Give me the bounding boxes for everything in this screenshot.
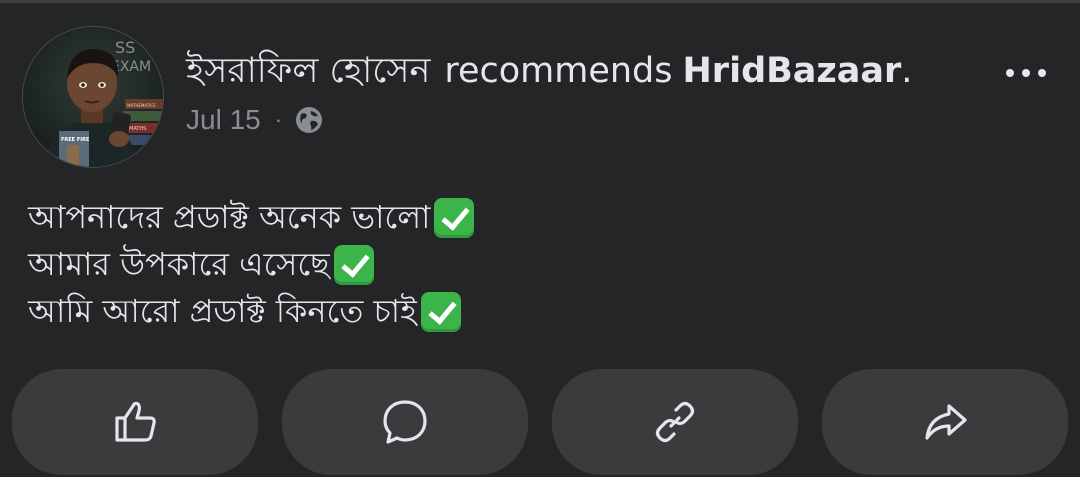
share-icon <box>925 404 967 440</box>
comment-button[interactable] <box>282 369 528 475</box>
avatar-board-text-1: SS <box>115 38 135 57</box>
author-name[interactable]: ইসরাফিল হোসেন <box>186 51 430 91</box>
post-date[interactable]: Jul 15 <box>186 104 261 136</box>
page-name-link[interactable]: HridBazaar <box>683 51 902 91</box>
post-line-3-text: আমি আরো প্রডাক্ট কিনতে চাই <box>28 292 417 330</box>
post-body: আপনাদের প্রডাক্ট অনেক ভালো আমার উপকারে এ… <box>28 194 475 335</box>
post-line-2: আমার উপকারে এসেছে <box>28 241 474 288</box>
post-meta: Jul 15 · <box>186 100 324 140</box>
more-options-icon-dot <box>1022 69 1030 77</box>
avatar-book-label-2: MATHEMATICS <box>127 103 156 108</box>
post-header: ইসরাফিল হোসেন recommends HridBazaar. <box>186 47 912 95</box>
more-options-icon <box>1006 69 1014 77</box>
header-period: . <box>901 51 913 91</box>
check-mark-button-icon <box>420 291 461 332</box>
post-line-1-text: আপনাদের প্রডাক্ট অনেক ভালো <box>28 198 431 236</box>
check-mark-button-icon <box>333 244 374 285</box>
link-icon <box>655 401 695 443</box>
more-options-button[interactable] <box>996 56 1056 90</box>
share-button[interactable] <box>822 369 1068 475</box>
avatar-book-title: FREE FIRE <box>61 137 90 143</box>
globe-icon[interactable] <box>294 105 324 135</box>
avatar-illustration: SS EXAM MATHS MATHEMATICS FREE FIRE <box>23 27 163 167</box>
recommends-text: recommends <box>444 51 673 91</box>
comment-icon <box>383 400 427 444</box>
check-mark-button-icon <box>434 197 475 238</box>
copy-link-button[interactable] <box>552 369 798 475</box>
author-avatar[interactable]: SS EXAM MATHS MATHEMATICS FREE FIRE <box>22 26 164 168</box>
avatar-book-label-1: MATHS <box>129 126 146 132</box>
thumbs-up-icon <box>115 401 156 442</box>
top-divider <box>0 0 1080 3</box>
meta-separator: · <box>274 107 283 132</box>
more-options-icon-dot <box>1038 69 1046 77</box>
post-line-2-text: আমার উপকারে এসেছে <box>28 245 330 283</box>
post-line-1: আপনাদের প্রডাক্ট অনেক ভালো <box>28 194 475 241</box>
post-line-3: আমি আরো প্রডাক্ট কিনতে চাই <box>28 288 474 335</box>
like-button[interactable] <box>12 369 258 475</box>
